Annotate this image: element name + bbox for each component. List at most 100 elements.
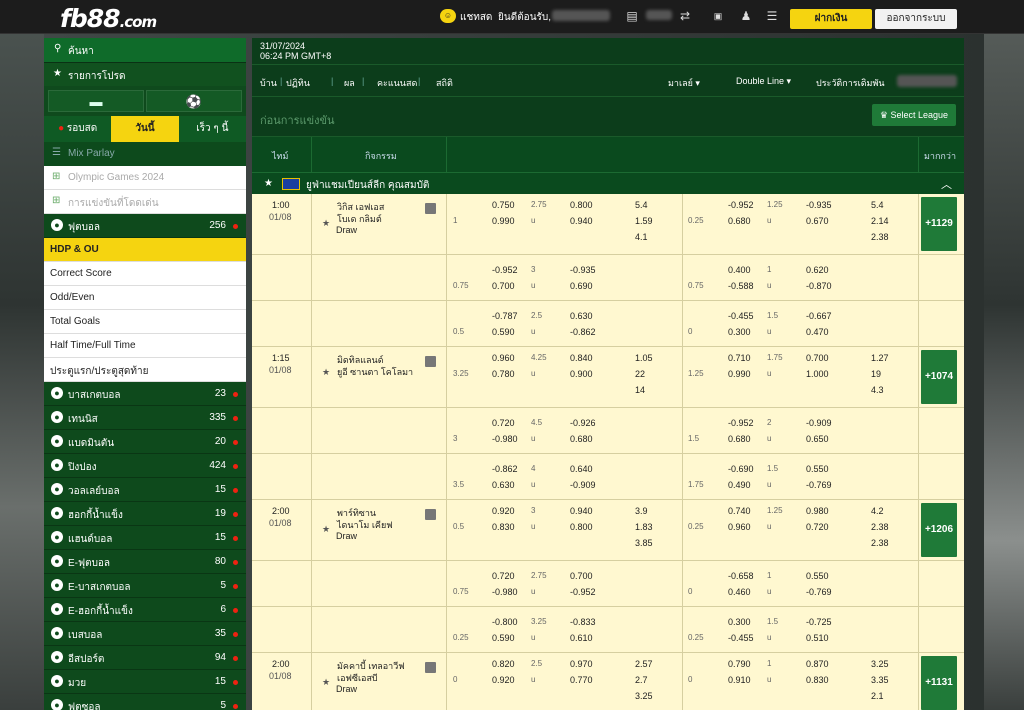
- odds-value[interactable]: 0.870: [806, 659, 829, 669]
- soccer-ball-icon[interactable]: ⚽: [146, 90, 242, 112]
- chat-icon[interactable]: ☺: [440, 9, 456, 23]
- 1x2-odds[interactable]: 5.4: [635, 200, 648, 210]
- odds-value[interactable]: -0.926: [570, 418, 596, 428]
- stats-bar-icon[interactable]: [425, 509, 436, 520]
- odds-value[interactable]: 0.820: [492, 659, 515, 669]
- sidebar-search[interactable]: ⚲ ค้นหา: [44, 38, 246, 62]
- select-league-button[interactable]: ♛ Select League: [872, 104, 956, 126]
- 1x2-odds[interactable]: 2.38: [871, 522, 889, 532]
- odds-value[interactable]: 0.770: [570, 675, 593, 685]
- nav-home[interactable]: บ้าน: [260, 76, 277, 90]
- stats-bar-icon[interactable]: [425, 203, 436, 214]
- transfer-icon[interactable]: ⇄: [678, 9, 692, 23]
- submenu-first-last-goal[interactable]: ประตูแรก/ประตูสุดท้าย: [44, 358, 246, 382]
- odds-value[interactable]: 0.710: [728, 353, 751, 363]
- sidebar-sport-item[interactable]: ● บาสเกตบอล 23: [44, 382, 246, 406]
- odds-value[interactable]: 0.550: [806, 571, 829, 581]
- 1x2-odds[interactable]: 4.3: [871, 385, 884, 395]
- 1x2-odds[interactable]: 2.1: [871, 691, 884, 701]
- odds-value[interactable]: 0.830: [806, 675, 829, 685]
- odds-value[interactable]: -0.909: [806, 418, 832, 428]
- sidebar-sport-item[interactable]: ● แฮนด์บอล 15: [44, 526, 246, 550]
- odds-value[interactable]: -0.725: [806, 617, 832, 627]
- league-row[interactable]: ★ ยูฟ่าแชมเปียนส์ลีก คุณสมบัติ ︿: [252, 172, 964, 194]
- odds-value[interactable]: 0.550: [806, 464, 829, 474]
- star-icon[interactable]: ★: [322, 367, 330, 378]
- odds-value[interactable]: 0.780: [492, 369, 515, 379]
- odds-value[interactable]: 0.720: [492, 571, 515, 581]
- odds-value[interactable]: 0.470: [806, 327, 829, 337]
- nav-livescore[interactable]: คะแนนสด: [377, 76, 417, 90]
- odds-value[interactable]: 0.990: [492, 216, 515, 226]
- odds-value[interactable]: -0.870: [806, 281, 832, 291]
- odds-value[interactable]: 0.620: [806, 265, 829, 275]
- more-bets-button[interactable]: +1074: [921, 350, 957, 404]
- away-team[interactable]: ไดนาโม เคียฟ: [337, 518, 393, 532]
- logout-button[interactable]: ออกจากระบบ: [875, 9, 957, 29]
- odds-value[interactable]: -0.455: [728, 633, 754, 643]
- odds-value[interactable]: -0.952: [728, 200, 754, 210]
- odds-value[interactable]: -0.787: [492, 311, 518, 321]
- sidebar-favorites[interactable]: ★ รายการโปรด: [44, 62, 246, 86]
- sidebar-sport-item[interactable]: ● มวย 15: [44, 670, 246, 694]
- away-team[interactable]: ยูอี ซานตา โคโลมา: [337, 365, 413, 379]
- odds-value[interactable]: 0.700: [806, 353, 829, 363]
- odds-value[interactable]: 0.940: [570, 216, 593, 226]
- 1x2-odds[interactable]: 5.4: [871, 200, 884, 210]
- account-icon[interactable]: ♟: [739, 9, 753, 23]
- odds-value[interactable]: -0.658: [728, 571, 754, 581]
- odds-value[interactable]: 0.300: [728, 617, 751, 627]
- 1x2-odds[interactable]: 2.57: [635, 659, 653, 669]
- odds-value[interactable]: -0.588: [728, 281, 754, 291]
- odds-value[interactable]: 0.300: [728, 327, 751, 337]
- sidebar-sport-item[interactable]: ● ปิงปอง 424: [44, 454, 246, 478]
- odds-value[interactable]: -0.935: [570, 265, 596, 275]
- odds-value[interactable]: 0.400: [728, 265, 751, 275]
- sidebar-sport-item[interactable]: ● ฟุตซอล 5: [44, 694, 246, 710]
- odds-value[interactable]: 0.800: [570, 200, 593, 210]
- stats-bar-icon[interactable]: [425, 662, 436, 673]
- odds-value[interactable]: 1.000: [806, 369, 829, 379]
- odds-value[interactable]: 0.920: [492, 675, 515, 685]
- odds-value[interactable]: 0.650: [806, 434, 829, 444]
- odds-value[interactable]: 0.610: [570, 633, 593, 643]
- tab-live[interactable]: ● รอบสด: [44, 116, 112, 142]
- sidebar-sport-item[interactable]: ● อีสปอร์ต 94: [44, 646, 246, 670]
- odds-value[interactable]: 0.960: [492, 353, 515, 363]
- 1x2-odds[interactable]: 19: [871, 369, 881, 379]
- 1x2-odds[interactable]: 4.2: [871, 506, 884, 516]
- odds-value[interactable]: 0.960: [728, 522, 751, 532]
- odds-value[interactable]: 0.940: [570, 506, 593, 516]
- odds-value[interactable]: 0.490: [728, 480, 751, 490]
- 1x2-odds[interactable]: 4.1: [635, 232, 648, 242]
- odds-value[interactable]: 0.700: [492, 281, 515, 291]
- odds-value[interactable]: 0.590: [492, 633, 515, 643]
- odds-value[interactable]: -0.667: [806, 311, 832, 321]
- sidebar-sport-item[interactable]: ● แบดมินตัน 20: [44, 430, 246, 454]
- collapse-icon[interactable]: ︿: [941, 176, 952, 192]
- sidebar-olympic[interactable]: ⊞ Olympic Games 2024: [44, 166, 246, 190]
- odds-value[interactable]: 0.910: [728, 675, 751, 685]
- submenu-correct-score[interactable]: Correct Score: [44, 262, 246, 286]
- tab-today[interactable]: วันนี้: [111, 116, 179, 142]
- live-chat-link[interactable]: แชทสด: [460, 10, 492, 25]
- line-select[interactable]: Double Line ▾: [736, 76, 791, 87]
- odds-value[interactable]: -0.909: [570, 480, 596, 490]
- odds-value[interactable]: 0.720: [492, 418, 515, 428]
- balance-icon[interactable]: ▤: [625, 9, 639, 23]
- odds-value[interactable]: 0.630: [570, 311, 593, 321]
- odds-value[interactable]: -0.455: [728, 311, 754, 321]
- 1x2-odds[interactable]: 3.25: [871, 659, 889, 669]
- odds-value[interactable]: -0.980: [492, 587, 518, 597]
- sidebar-outright[interactable]: ⊞ การแข่งขันที่โดดเด่น: [44, 190, 246, 214]
- odds-value[interactable]: -0.980: [492, 434, 518, 444]
- odds-value[interactable]: 0.590: [492, 327, 515, 337]
- 1x2-odds[interactable]: 3.85: [635, 538, 653, 548]
- odds-value[interactable]: 0.980: [806, 506, 829, 516]
- nav-stats[interactable]: สถิติ: [436, 76, 453, 90]
- odds-value[interactable]: 0.740: [728, 506, 751, 516]
- 1x2-odds[interactable]: 2.38: [871, 232, 889, 242]
- star-icon[interactable]: ★: [322, 677, 330, 688]
- logo[interactable]: fb88.com: [60, 4, 157, 33]
- bet-history-link[interactable]: ประวัติการเดิมพัน: [816, 76, 885, 90]
